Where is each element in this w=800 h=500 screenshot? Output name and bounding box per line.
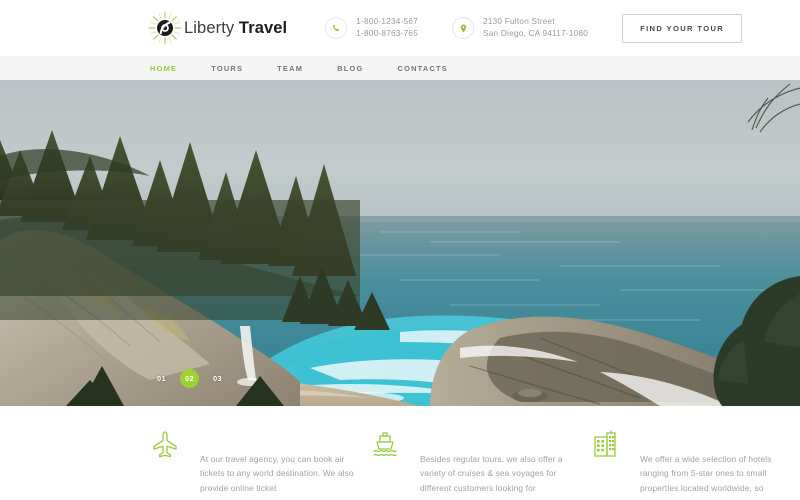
feature-air-tickets: At our travel agency, you can book air t…	[148, 428, 360, 495]
features-section: At our travel agency, you can book air t…	[0, 406, 800, 496]
site-header: Liberty Travel 1-800-1234-567 1-800-8763…	[0, 0, 800, 56]
feature-cruises-text: Besides regular tours, we also offer a v…	[420, 454, 563, 493]
compass-sunburst-icon	[148, 11, 182, 45]
ship-icon	[372, 430, 398, 458]
feature-air-tickets-body: At our travel agency, you can book air t…	[178, 428, 360, 495]
brand-name-light: Liberty	[184, 18, 235, 37]
nav-item-contacts[interactable]: CONTACTS	[397, 64, 448, 73]
nav-item-blog[interactable]: BLOG	[337, 64, 363, 73]
slider-dot-01[interactable]: 01	[152, 369, 171, 388]
airplane-icon	[152, 430, 178, 458]
map-pin-icon	[452, 17, 475, 39]
header-address-block: 2130 Fulton Street San Diego, CA 94117-1…	[452, 16, 588, 40]
brand-name-bold: Travel	[238, 18, 288, 37]
address-line-2: San Diego, CA 94117-1080	[483, 29, 589, 38]
slider-dot-03[interactable]: 03	[208, 369, 227, 388]
phone-line-1[interactable]: 1-800-1234-567	[356, 16, 418, 28]
phone-numbers: 1-800-1234-567 1-800-8763-765	[356, 16, 418, 40]
header-phone-block: 1-800-1234-567 1-800-8763-765	[325, 16, 418, 40]
slider-dot-02[interactable]: 02	[180, 369, 199, 388]
hotel-building-icon	[592, 430, 618, 458]
hero-slider: 01 02 03	[0, 80, 800, 406]
brand-logo[interactable]: Liberty Travel	[148, 11, 287, 45]
slider-pagination: 01 02 03	[152, 369, 227, 388]
nav-item-tours[interactable]: TOURS	[211, 64, 243, 73]
feature-hotels-text: We offer a wide selection of hotels rang…	[640, 454, 772, 493]
nav-item-home[interactable]: HOME	[150, 64, 177, 73]
main-navigation: HOME TOURS TEAM BLOG CONTACTS	[0, 56, 800, 80]
feature-cruises: Besides regular tours, we also offer a v…	[368, 428, 580, 495]
hero-image	[0, 80, 800, 406]
feature-hotels-body: We offer a wide selection of hotels rang…	[618, 428, 800, 495]
feature-air-tickets-text: At our travel agency, you can book air t…	[200, 454, 354, 493]
nav-item-team[interactable]: TEAM	[277, 64, 303, 73]
phone-line-2[interactable]: 1-800-8763-765	[356, 28, 418, 40]
address-lines: 2130 Fulton Street San Diego, CA 94117-1…	[483, 16, 588, 40]
phone-icon	[325, 17, 348, 39]
brand-name: Liberty Travel	[184, 19, 287, 38]
feature-cruises-body: Besides regular tours, we also offer a v…	[398, 428, 580, 495]
feature-hotels: We offer a wide selection of hotels rang…	[588, 428, 800, 495]
find-your-tour-button[interactable]: FIND YOUR TOUR	[622, 13, 743, 43]
address-line-1: 2130 Fulton Street	[483, 17, 555, 27]
